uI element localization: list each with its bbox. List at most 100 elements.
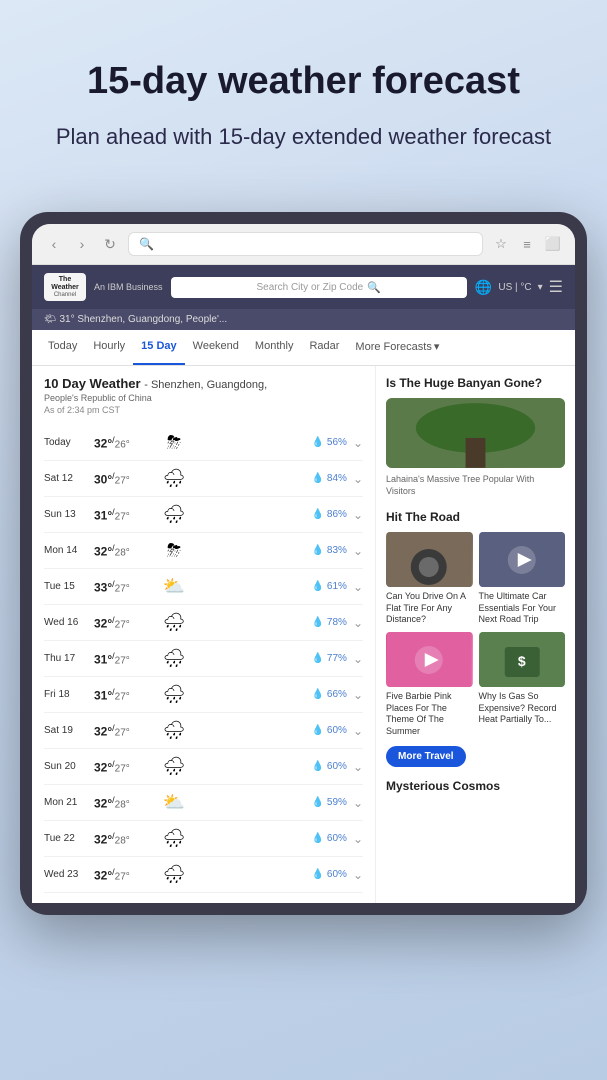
forecast-row-mon14[interactable]: Mon 14 32°/28° ⛈ 💧 83% ⌄ xyxy=(44,533,363,569)
forecast-row-mon21[interactable]: Mon 21 32°/28° ⛅ 💧 59% ⌄ xyxy=(44,785,363,821)
banyan-article[interactable]: Lahaina's Massive Tree Popular With Visi… xyxy=(386,398,565,497)
flat-tire-article[interactable]: Can You Drive On A Flat Tire For Any Dis… xyxy=(386,532,473,626)
forecast-row-sun13[interactable]: Sun 13 31°/27° 🌧 💧 86% ⌄ xyxy=(44,497,363,533)
tab-hourly[interactable]: Hourly xyxy=(85,330,133,365)
expand-icon[interactable]: ⌄ xyxy=(353,832,363,846)
expand-icon[interactable]: ⌄ xyxy=(353,580,363,594)
forecast-temps: 32°/26° xyxy=(94,435,154,451)
tab-15day[interactable]: 15 Day xyxy=(133,330,184,365)
forecast-temps: 33°/27° xyxy=(94,579,154,595)
banyan-card: Is The Huge Banyan Gone? Lahaina's Massi… xyxy=(386,376,565,497)
tab-monthly[interactable]: Monthly xyxy=(247,330,302,365)
forecast-row-sat12[interactable]: Sat 12 30°/27° 🌧 💧 84% ⌄ xyxy=(44,461,363,497)
nav-tabs: Today Hourly 15 Day Weekend Monthly Rada… xyxy=(32,330,575,366)
tab-switcher-icon[interactable]: ⬜ xyxy=(543,234,563,254)
forecast-day-label: Wed 23 xyxy=(44,869,88,880)
forecast-location-detail: People's Republic of China xyxy=(44,393,363,403)
bookmark-icon[interactable]: ☆ xyxy=(491,234,511,254)
forecast-day-label: Today xyxy=(44,437,88,448)
precip-percent: 💧 60% xyxy=(194,833,347,844)
weather-icon: 🌧 xyxy=(160,720,188,741)
expand-icon[interactable]: ⌄ xyxy=(353,760,363,774)
weather-icon: 🌧 xyxy=(160,468,188,489)
expand-icon[interactable]: ⌄ xyxy=(353,544,363,558)
mysterious-cosmos-card: Mysterious Cosmos xyxy=(386,779,565,793)
forward-button[interactable]: › xyxy=(72,234,92,254)
phone-frame: ‹ › ↻ 🔍 ☆ ≡ ⬜ The Weather Channel xyxy=(20,212,587,915)
precip-percent: 💧 60% xyxy=(194,869,347,880)
forecast-row-today[interactable]: Today 32°/26° ⛈ 💧 56% ⌄ xyxy=(44,425,363,461)
weather-icon: 🌧 xyxy=(160,612,188,633)
forecast-temps: 32°/27° xyxy=(94,615,154,631)
tab-today[interactable]: Today xyxy=(40,330,85,365)
expand-icon[interactable]: ⌄ xyxy=(353,616,363,630)
browser-icons-right: ☆ ≡ ⬜ xyxy=(491,234,563,254)
expand-icon[interactable]: ⌄ xyxy=(353,508,363,522)
expand-icon[interactable]: ⌄ xyxy=(353,688,363,702)
globe-icon[interactable]: 🌐 xyxy=(475,279,492,296)
hamburger-menu-icon[interactable]: ☰ xyxy=(549,277,563,297)
logo-line2: Weather xyxy=(51,284,79,292)
forecast-day-label: Mon 14 xyxy=(44,545,88,556)
tab-more-forecasts[interactable]: More Forecasts ▾ xyxy=(347,330,447,365)
expand-icon[interactable]: ⌄ xyxy=(353,796,363,810)
hero-section: 15-day weather forecast Plan ahead with … xyxy=(0,0,607,182)
weather-icon: ⛅ xyxy=(160,792,188,813)
barbie-text: Five Barbie Pink Places For The Theme Of… xyxy=(386,691,473,738)
forecast-day-label: Sun 13 xyxy=(44,509,88,520)
forecast-row-tue15[interactable]: Tue 15 33°/27° ⛅ 💧 61% ⌄ xyxy=(44,569,363,605)
expand-icon[interactable]: ⌄ xyxy=(353,436,363,450)
forecast-row-sat19[interactable]: Sat 19 32°/27° 🌧 💧 60% ⌄ xyxy=(44,713,363,749)
barbie-image xyxy=(386,632,473,687)
locale-dropdown-icon[interactable]: ▾ xyxy=(538,282,543,293)
forecast-row-wed16[interactable]: Wed 16 32°/27° 🌧 💧 78% ⌄ xyxy=(44,605,363,641)
gas-article[interactable]: $ Why Is Gas So Expensive? Record Heat P… xyxy=(479,632,566,738)
weather-icon: 🌧 xyxy=(160,828,188,849)
barbie-article[interactable]: Five Barbie Pink Places For The Theme Of… xyxy=(386,632,473,738)
svg-text:$: $ xyxy=(517,653,525,669)
expand-icon[interactable]: ⌄ xyxy=(353,652,363,666)
forecast-day-label: Tue 22 xyxy=(44,833,88,844)
locale-text[interactable]: US | °C xyxy=(498,282,531,293)
url-bar[interactable]: 🔍 xyxy=(128,232,483,256)
car-essentials-article[interactable]: The Ultimate Car Essentials For Your Nex… xyxy=(479,532,566,626)
logo-line3: Channel xyxy=(54,292,76,299)
search-placeholder-text: Search City or Zip Code xyxy=(257,282,364,293)
expand-icon[interactable]: ⌄ xyxy=(353,724,363,738)
sidebar-panel: Is The Huge Banyan Gone? Lahaina's Massi… xyxy=(375,366,575,903)
forecast-temps: 31°/27° xyxy=(94,651,154,667)
hit-the-road-title: Hit The Road xyxy=(386,510,565,524)
overflow-menu-icon[interactable]: ≡ xyxy=(517,234,537,254)
forecast-row-wed23[interactable]: Wed 23 32°/27° 🌧 💧 60% ⌄ xyxy=(44,857,363,893)
precip-percent: 💧 61% xyxy=(194,581,347,592)
car-essentials-text: The Ultimate Car Essentials For Your Nex… xyxy=(479,591,566,626)
weather-icon: 🌧 xyxy=(160,648,188,669)
hit-the-road-card: Hit The Road Can You xyxy=(386,510,565,767)
forecast-temps: 32°/27° xyxy=(94,867,154,883)
forecast-title-location: - Shenzhen, Guangdong, xyxy=(144,379,267,391)
forecast-day-label: Sun 20 xyxy=(44,761,88,772)
back-button[interactable]: ‹ xyxy=(44,234,64,254)
forecast-panel-title: 10 Day Weather - Shenzhen, Guangdong, xyxy=(44,376,363,391)
city-search-bar[interactable]: Search City or Zip Code 🔍 xyxy=(171,277,467,298)
forecast-row-fri18[interactable]: Fri 18 31°/27° 🌧 💧 66% ⌄ xyxy=(44,677,363,713)
forecast-row-thu17[interactable]: Thu 17 31°/27° 🌧 💧 77% ⌄ xyxy=(44,641,363,677)
tab-radar[interactable]: Radar xyxy=(301,330,347,365)
location-name: Shenzhen, Guangdong, People'... xyxy=(77,314,227,325)
expand-icon[interactable]: ⌄ xyxy=(353,472,363,486)
forecast-temps: 32°/27° xyxy=(94,723,154,739)
weather-icon: ⛈ xyxy=(160,432,188,453)
gas-text: Why Is Gas So Expensive? Record Heat Par… xyxy=(479,691,566,726)
search-submit-icon[interactable]: 🔍 xyxy=(367,281,381,294)
forecast-temps: 31°/27° xyxy=(94,507,154,523)
forecast-row-sun20[interactable]: Sun 20 32°/27° 🌧 💧 60% ⌄ xyxy=(44,749,363,785)
banyan-article-image xyxy=(386,398,565,468)
expand-icon[interactable]: ⌄ xyxy=(353,868,363,882)
forecast-row-tue22[interactable]: Tue 22 32°/28° 🌧 💧 60% ⌄ xyxy=(44,821,363,857)
more-travel-button[interactable]: More Travel xyxy=(386,746,466,767)
weather-icon: 🌧 xyxy=(160,864,188,885)
tab-weekend[interactable]: Weekend xyxy=(185,330,247,365)
road-articles-grid: Can You Drive On A Flat Tire For Any Dis… xyxy=(386,532,565,738)
reload-button[interactable]: ↻ xyxy=(100,234,120,254)
precip-percent: 💧 66% xyxy=(194,689,347,700)
